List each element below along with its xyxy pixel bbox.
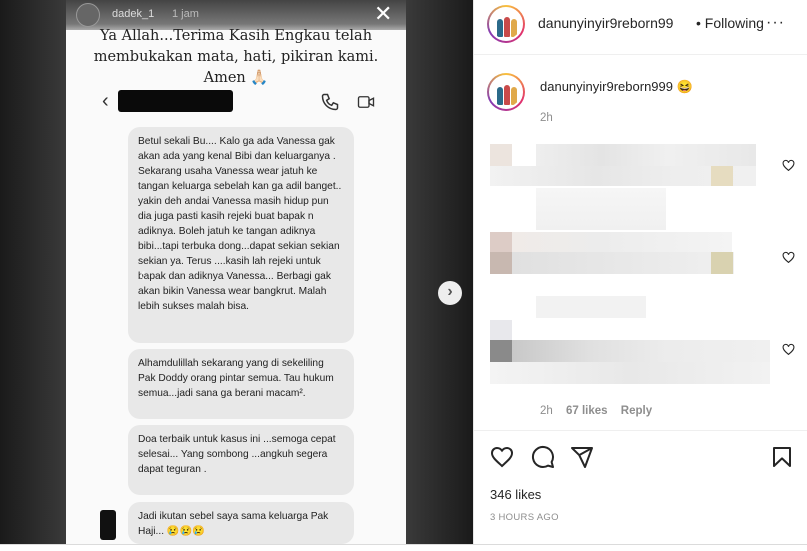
chat-bubble: Doa terbaik untuk kasus ini ...semoga ce… (128, 425, 354, 495)
bottom-border (0, 544, 807, 551)
instagram-post-view: dadek_1 1 jam ✕ Ya Allah...Terima Kasih … (0, 0, 807, 551)
like-comment-icon[interactable] (782, 251, 795, 263)
chat-header: ‹ (66, 86, 406, 118)
story-prev-arrow: ‹ (139, 264, 146, 286)
media-blur-left (0, 0, 66, 544)
avatar[interactable] (487, 5, 525, 43)
following-label: Following (704, 15, 764, 31)
chat-bubble: Jadi ikutan sebel saya sama keluarga Pak… (128, 502, 354, 544)
next-media-button[interactable]: › (438, 281, 462, 305)
redacted-avatar (100, 510, 116, 540)
likes-count[interactable]: 346 likes (490, 487, 541, 502)
comment-icon[interactable] (531, 445, 555, 469)
follow-separator: • (696, 15, 701, 31)
comment-meta: 2h 67 likes Reply (540, 405, 662, 417)
close-icon: ✕ (374, 1, 393, 26)
reply-button[interactable]: Reply (621, 405, 652, 417)
caption-username[interactable]: danunyinyir9reborn999 😆 (540, 79, 693, 95)
caption-line: membukakan mata, hati, pikiran kami. (93, 49, 379, 65)
post-sidebar: danunyinyir9reborn99 • Following ··· dan… (473, 0, 807, 544)
video-icon (357, 96, 375, 108)
account-username[interactable]: danunyinyir9reborn99 (538, 15, 673, 31)
post-header: danunyinyir9reborn99 • Following ··· (474, 0, 807, 55)
save-icon[interactable] (770, 445, 794, 469)
divider (474, 430, 807, 431)
story-time: 1 jam (172, 8, 199, 20)
back-icon: ‹ (102, 90, 109, 112)
like-icon[interactable] (490, 445, 514, 469)
chat-bubble: Betul sekali Bu.... Kalo ga ada Vanessa … (128, 127, 354, 343)
story-avatar (76, 3, 100, 27)
post-time: 3 HOURS AGO (490, 512, 559, 523)
post-media: dadek_1 1 jam ✕ Ya Allah...Terima Kasih … (0, 0, 473, 544)
phone-icon (321, 93, 339, 111)
comment-likes[interactable]: 67 likes (566, 405, 608, 417)
following-status[interactable]: • Following (696, 15, 764, 31)
story-caption: Ya Allah...Terima Kasih Engkau telah mem… (66, 26, 406, 89)
comment-time: 2h (540, 405, 553, 417)
story-screenshot: dadek_1 1 jam ✕ Ya Allah...Terima Kasih … (66, 0, 406, 544)
media-blur-right (406, 0, 473, 544)
like-comment-icon[interactable] (782, 159, 795, 171)
caption-avatar[interactable] (487, 73, 525, 111)
share-icon[interactable] (570, 445, 594, 469)
laughing-emoji: 😆 (676, 79, 693, 94)
like-comment-icon[interactable] (782, 343, 795, 355)
more-options-icon[interactable]: ··· (766, 14, 785, 32)
caption-time: 2h (540, 112, 553, 124)
story-username: dadek_1 (112, 8, 155, 20)
caption-line: Ya Allah...Terima Kasih Engkau telah (99, 28, 373, 44)
chat-bubble: Alhamdulillah sekarang yang di sekelilin… (128, 349, 354, 419)
redacted-contact-name (118, 90, 233, 112)
caption-user-name: danunyinyir9reborn999 (540, 79, 673, 94)
